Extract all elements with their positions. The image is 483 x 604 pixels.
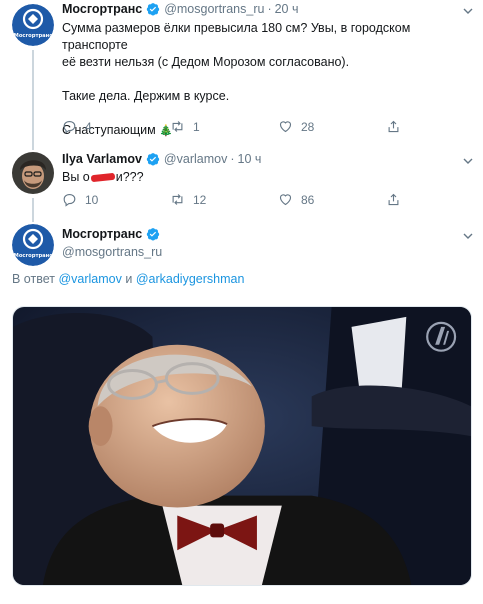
avatar-text: Мосгортранс bbox=[14, 33, 53, 39]
reply-to-line: В ответ @varlamov и @arkadiygershman bbox=[12, 272, 244, 286]
retweet-button[interactable]: 12 bbox=[170, 192, 278, 207]
retweet-button[interactable]: 1 bbox=[170, 119, 278, 134]
caret-down-icon[interactable] bbox=[462, 5, 474, 17]
author-handle[interactable]: @mosgortrans_ru bbox=[164, 2, 264, 16]
like-button[interactable]: 28 bbox=[278, 119, 386, 134]
thread-line bbox=[32, 50, 34, 142]
reply-button[interactable]: 10 bbox=[62, 192, 170, 207]
separator-dot: · bbox=[230, 152, 235, 166]
caret-down-icon[interactable] bbox=[462, 230, 474, 242]
tweet-media-photo[interactable] bbox=[12, 306, 472, 586]
retweet-count: 12 bbox=[193, 192, 207, 207]
avatar-mosgortrans[interactable]: Мосгортранс bbox=[12, 4, 54, 46]
tweet-text: Вы о и??? bbox=[62, 169, 144, 186]
mention-link[interactable]: @arkadiygershman bbox=[136, 272, 245, 286]
reply-icon bbox=[63, 120, 76, 134]
thread-line bbox=[32, 142, 34, 150]
caret-down-icon[interactable] bbox=[462, 155, 474, 167]
author-handle[interactable]: @varlamov bbox=[164, 152, 227, 166]
like-icon bbox=[279, 121, 292, 133]
like-icon bbox=[279, 194, 292, 206]
verified-icon bbox=[147, 228, 160, 241]
tweet-line: Такие дела. Держим в курсе. bbox=[62, 89, 230, 103]
censor-scribble bbox=[90, 172, 116, 183]
like-button[interactable]: 86 bbox=[278, 192, 386, 207]
reply-and: и bbox=[125, 272, 133, 286]
tweet-header: Мосгортранс bbox=[62, 227, 164, 241]
mention-link[interactable]: @varlamov bbox=[58, 272, 121, 286]
avatar-mosgortrans[interactable]: Мосгортранс bbox=[12, 224, 54, 266]
verified-icon bbox=[147, 3, 160, 16]
tweet-varlamov[interactable]: Ilya Varlamov @varlamov · 10 ч Вы о и??? … bbox=[0, 142, 483, 214]
twitter-thread: Мосгортранс Мосгортранс @mosgortrans_ru … bbox=[0, 0, 483, 604]
retweet-count: 1 bbox=[193, 119, 200, 134]
like-count: 86 bbox=[301, 192, 315, 207]
author-name[interactable]: Мосгортранс bbox=[62, 2, 142, 16]
reply-prefix: В ответ bbox=[12, 272, 55, 286]
tweet-subheader: @mosgortrans_ru bbox=[62, 245, 162, 259]
tweet-line: Сумма размеров ёлки превысила 180 см? Ув… bbox=[62, 21, 411, 52]
like-count: 28 bbox=[301, 119, 315, 134]
tweet-actions: 10 12 86 bbox=[62, 192, 409, 207]
tweet-header: Мосгортранс @mosgortrans_ru · 20 ч bbox=[62, 2, 299, 16]
retweet-icon bbox=[172, 194, 183, 205]
share-button[interactable] bbox=[386, 192, 409, 207]
verified-icon bbox=[146, 153, 160, 166]
tweet-header: Ilya Varlamov @varlamov · 10 ч bbox=[62, 152, 261, 166]
reply-count: 4 bbox=[85, 119, 92, 134]
share-icon bbox=[388, 120, 399, 133]
tweet-mosgortrans-1[interactable]: Мосгортранс Мосгортранс @mosgortrans_ru … bbox=[0, 0, 483, 142]
author-name[interactable]: Ilya Varlamov bbox=[62, 152, 142, 166]
avatar-text: Мосгортранс bbox=[14, 253, 53, 259]
retweet-icon bbox=[172, 121, 183, 132]
tweet-actions: 4 1 28 bbox=[62, 119, 409, 134]
thread-line bbox=[32, 214, 34, 222]
separator-dot: · bbox=[267, 2, 272, 16]
timestamp[interactable]: 20 ч bbox=[275, 2, 299, 16]
thread-line bbox=[32, 198, 34, 214]
reply-icon bbox=[63, 193, 76, 207]
tweet-text-end: и??? bbox=[115, 170, 144, 184]
reply-button[interactable]: 4 bbox=[62, 119, 170, 134]
tweet-line: её везти нельзя (с Дедом Морозом согласо… bbox=[62, 55, 350, 69]
avatar-varlamov[interactable] bbox=[12, 152, 54, 194]
share-button[interactable] bbox=[386, 119, 409, 134]
timestamp[interactable]: 10 ч bbox=[238, 152, 262, 166]
tweet-text-start: Вы о bbox=[62, 170, 90, 184]
author-handle[interactable]: @mosgortrans_ru bbox=[62, 245, 162, 259]
author-name[interactable]: Мосгортранс bbox=[62, 227, 142, 241]
reply-count: 10 bbox=[85, 192, 99, 207]
share-icon bbox=[388, 193, 399, 206]
